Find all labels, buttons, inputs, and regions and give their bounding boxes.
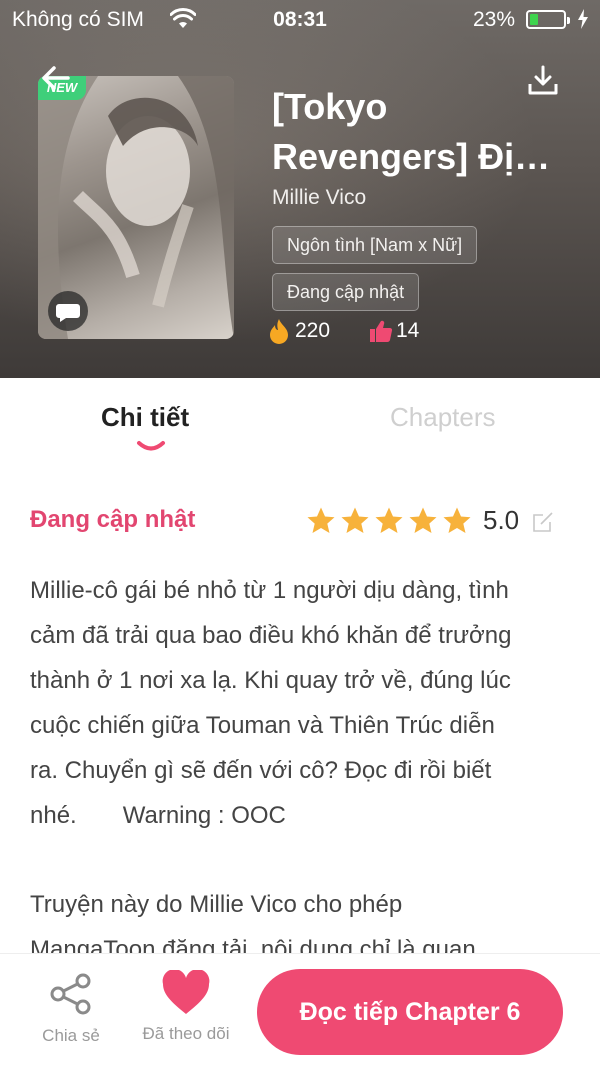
description-line: cảm đã trải qua bao điều khó khăn để trư… [30,622,512,649]
description-line: thành ở 1 nơi xa lạ. Khi quay trở về, đú… [30,667,511,694]
follow-label: Đã theo dõi [142,1024,230,1043]
star-icon [409,507,437,533]
status-tag[interactable]: Đang cập nhật [272,273,420,311]
comment-icon[interactable] [48,291,88,331]
rating-stars [306,506,472,536]
comic-header: Không có SIM 08:31 23% NEW [Tokyo Reveng… [0,0,600,378]
description-end: nhé. [30,802,77,829]
share-button[interactable]: Chia sẻ [21,970,121,1046]
popularity-count: 220 [295,319,331,342]
warning-text: Warning : OOC [122,802,286,829]
star-icon [307,507,335,533]
popularity-stat: 220 [270,318,331,344]
comic-cover: NEW [38,76,234,339]
update-status: Đang cập nhật [30,506,196,533]
continue-reading-button[interactable]: Đọc tiếp Chapter 6 [257,969,563,1055]
description-line: ra. Chuyển gì sẽ đến với cô? Đọc đi rồi … [30,757,492,784]
active-tab-indicator [137,441,165,451]
description-line: cuộc chiến giữa Touman và Thiên Trúc diễ… [30,712,495,739]
comic-description: Millie-cô gái bé nhỏ từ 1 người dịu dàng… [30,568,575,838]
star-icon [341,507,369,533]
star-icon [443,507,471,533]
description-line: Millie-cô gái bé nhỏ từ 1 người dịu dàng… [30,577,509,604]
heart-icon [162,970,210,1014]
share-label: Chia sẻ [42,1026,100,1045]
fire-icon [270,319,288,344]
bottom-action-bar: Chia sẻ Đã theo dõi Đọc tiếp Chapter 6 [0,953,600,1065]
description-line-last: nhé. Warning : OOC [30,793,575,838]
thumbs-up-icon [370,320,393,343]
star-icon [375,507,403,533]
notice-line: Truyện này do Millie Vico cho phép [30,891,403,918]
likes-stat: 14 [370,318,420,344]
tab-detail[interactable]: Chi tiết [101,402,189,433]
battery-percent: 23% [473,8,516,31]
battery-icon [526,10,570,29]
share-icon [50,973,91,1015]
status-bar: Không có SIM 08:31 23% [0,0,600,40]
likes-count: 14 [396,319,420,342]
comic-title: [Tokyo Revengers] Định Mệnh [272,86,559,177]
comic-author[interactable]: Millie Vico [272,186,366,210]
back-arrow-icon[interactable] [38,60,74,96]
rating-value: 5.0 [483,505,520,535]
tab-chapters[interactable]: Chapters [390,402,496,433]
follow-button[interactable]: Đã theo dõi [136,970,236,1044]
charging-icon [578,9,588,29]
genre-tag[interactable]: Ngôn tình [Nam x Nữ] [272,226,478,264]
edit-rating-icon[interactable] [531,510,555,534]
